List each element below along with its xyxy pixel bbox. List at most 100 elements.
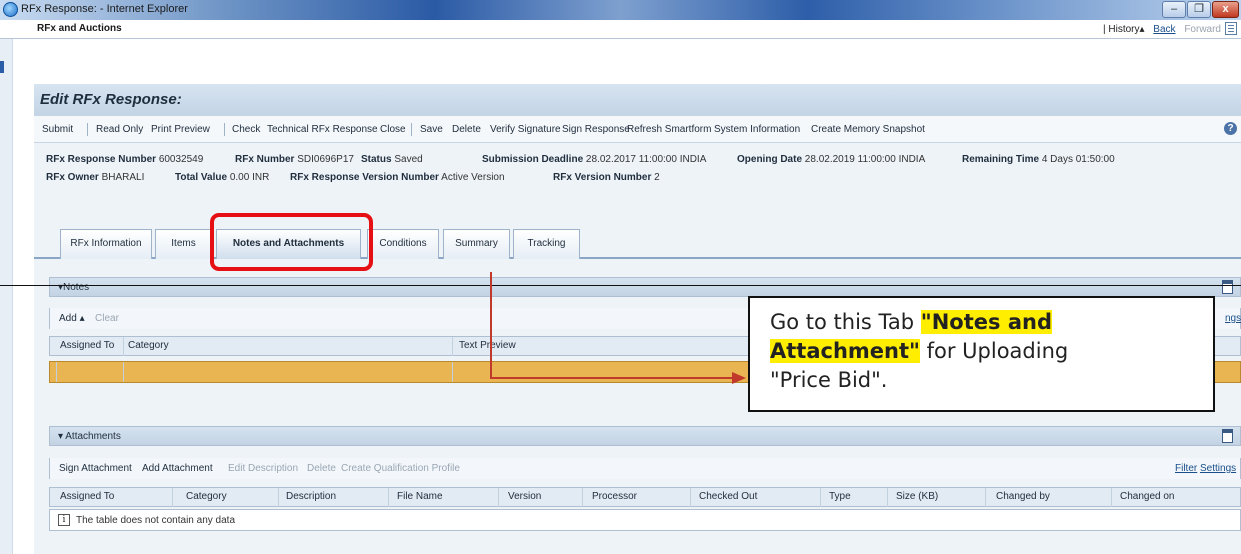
instruction-callout: Go to this Tab "Notes and Attachment" for… <box>748 296 1215 412</box>
annotation-line <box>0 285 1241 286</box>
status-field: Status Saved <box>361 154 423 165</box>
edit-description-button[interactable]: Edit Description <box>228 463 298 474</box>
page-title: Edit RFx Response: <box>40 91 182 108</box>
settings-link[interactable]: Settings <box>1200 463 1236 474</box>
annotation-connector <box>490 377 736 379</box>
column-category[interactable]: Category <box>128 340 169 351</box>
history-nav: | History▴ Back Forward <box>1103 24 1221 35</box>
page-header: Edit RFx Response: <box>34 84 1241 115</box>
attachments-toolbar: Sign Attachment Add Attachment Edit Desc… <box>49 458 1241 479</box>
maximize-button[interactable]: ❐ <box>1187 1 1211 18</box>
opening-date-field: Opening Date 28.02.2019 11:00:00 INDIA <box>737 154 926 165</box>
history-menu[interactable]: | History▴ <box>1103 24 1145 35</box>
close-window-button[interactable]: x <box>1212 1 1239 18</box>
system-information-button[interactable]: System Information <box>714 124 800 135</box>
read-only-button[interactable]: Read Only <box>96 124 143 135</box>
rfx-owner-field: RFx Owner BHARALI <box>46 172 145 183</box>
column-type[interactable]: Type <box>829 491 851 502</box>
column-divider <box>690 488 691 507</box>
column-checked-out[interactable]: Checked Out <box>699 491 757 502</box>
column-assigned-to[interactable]: Assigned To <box>60 340 114 351</box>
column-changed-by[interactable]: Changed by <box>996 491 1050 502</box>
toolbar-separator <box>411 123 412 136</box>
save-button[interactable]: Save <box>420 124 443 135</box>
column-text-preview[interactable]: Text Preview <box>459 340 516 351</box>
column-category[interactable]: Category <box>186 491 227 502</box>
column-processor[interactable]: Processor <box>592 491 637 502</box>
toolbar-separator <box>224 123 225 136</box>
close-button[interactable]: Close <box>380 124 406 135</box>
technical-response-button[interactable]: Technical RFx Response <box>267 124 378 135</box>
help-icon[interactable]: ? <box>1224 122 1237 135</box>
column-changed-on[interactable]: Changed on <box>1120 491 1175 502</box>
attachments-section-header[interactable]: ▾ Attachments <box>49 426 1241 446</box>
toolbar-separator <box>87 123 88 136</box>
response-version-field: RFx Response Version Number Active Versi… <box>290 172 505 183</box>
menu-icon[interactable] <box>1225 22 1237 35</box>
callout-text-1: Go to this Tab <box>770 310 921 334</box>
submission-deadline-field: Submission Deadline 28.02.2017 11:00:00 … <box>482 154 707 165</box>
column-size[interactable]: Size (KB) <box>896 491 938 502</box>
empty-table-message: The table does not contain any data <box>76 515 236 526</box>
submit-button[interactable]: Submit <box>42 124 73 135</box>
rfx-version-field: RFx Version Number 2 <box>553 172 660 183</box>
annotation-connector <box>490 272 492 378</box>
create-memory-snapshot-button[interactable]: Create Memory Snapshot <box>811 124 925 135</box>
callout-highlight-1: "Notes and <box>920 310 1052 334</box>
add-note-button[interactable]: Add ▴ <box>59 313 85 324</box>
delete-attachment-button[interactable]: Delete <box>307 463 336 474</box>
response-header: RFx Response Number 60032549 RFx Number … <box>34 144 1241 192</box>
check-button[interactable]: Check <box>232 124 260 135</box>
rfx-number-field: RFx Number SDI0696P17 <box>235 154 354 165</box>
forward-link[interactable]: Forward <box>1184 24 1221 35</box>
column-divider <box>123 362 124 382</box>
create-qualification-profile-button[interactable]: Create Qualification Profile <box>341 463 460 474</box>
tab-conditions[interactable]: Conditions <box>367 229 439 259</box>
sign-response-button[interactable]: Sign Response <box>562 124 630 135</box>
column-divider <box>56 362 57 382</box>
notes-settings-link[interactable]: ngs <box>1225 313 1241 324</box>
navigation-row: RFx and Auctions | History▴ Back Forward <box>0 20 1241 39</box>
refresh-smartform-button[interactable]: Refresh Smartform <box>627 124 711 135</box>
column-divider <box>887 488 888 507</box>
callout-highlight-2: Attachment" <box>770 339 920 363</box>
action-toolbar: Submit Read Only Print Preview Check Tec… <box>34 115 1241 143</box>
callout-text-3: "Price Bid". <box>770 368 888 392</box>
column-version[interactable]: Version <box>508 491 541 502</box>
collapse-icon[interactable] <box>1222 429 1233 443</box>
column-divider <box>123 337 124 356</box>
minimize-button[interactable]: – <box>1162 1 1186 18</box>
column-divider <box>452 337 453 356</box>
delete-button[interactable]: Delete <box>452 124 481 135</box>
sign-attachment-button[interactable]: Sign Attachment <box>59 463 132 474</box>
tab-summary[interactable]: Summary <box>443 229 510 259</box>
tab-items[interactable]: Items <box>155 229 212 259</box>
filter-link[interactable]: Filter <box>1175 463 1197 474</box>
column-file-name[interactable]: File Name <box>397 491 443 502</box>
column-divider <box>1111 488 1112 507</box>
tab-highlight-box <box>210 213 373 271</box>
tab-rfx-information[interactable]: RFx Information <box>60 229 152 259</box>
column-divider <box>172 488 173 507</box>
print-preview-button[interactable]: Print Preview <box>151 124 210 135</box>
info-icon: i <box>58 514 70 526</box>
remaining-time-field: Remaining Time 4 Days 01:50:00 <box>962 154 1115 165</box>
clear-button[interactable]: Clear <box>95 313 119 324</box>
attachments-table-header: Assigned To Category Description File Na… <box>49 487 1241 507</box>
window-title-bar: RFx Response: - Internet Explorer – ❐ x <box>0 0 1241 20</box>
tab-tracking[interactable]: Tracking <box>513 229 580 259</box>
total-value-field: Total Value 0.00 INR <box>175 172 270 183</box>
strip-marker <box>0 61 4 73</box>
column-divider <box>452 362 453 382</box>
notes-title: ▾Notes <box>58 282 90 293</box>
verify-signature-button[interactable]: Verify Signature <box>490 124 561 135</box>
collapse-icon[interactable] <box>1222 280 1233 294</box>
back-link[interactable]: Back <box>1153 24 1175 35</box>
window-title: RFx Response: - Internet Explorer <box>21 3 188 15</box>
column-divider <box>498 488 499 507</box>
column-description[interactable]: Description <box>286 491 336 502</box>
add-attachment-button[interactable]: Add Attachment <box>142 463 213 474</box>
column-assigned-to[interactable]: Assigned To <box>60 491 114 502</box>
notes-section-header[interactable]: ▾Notes <box>49 277 1241 297</box>
attachments-title: ▾ Attachments <box>58 431 121 442</box>
